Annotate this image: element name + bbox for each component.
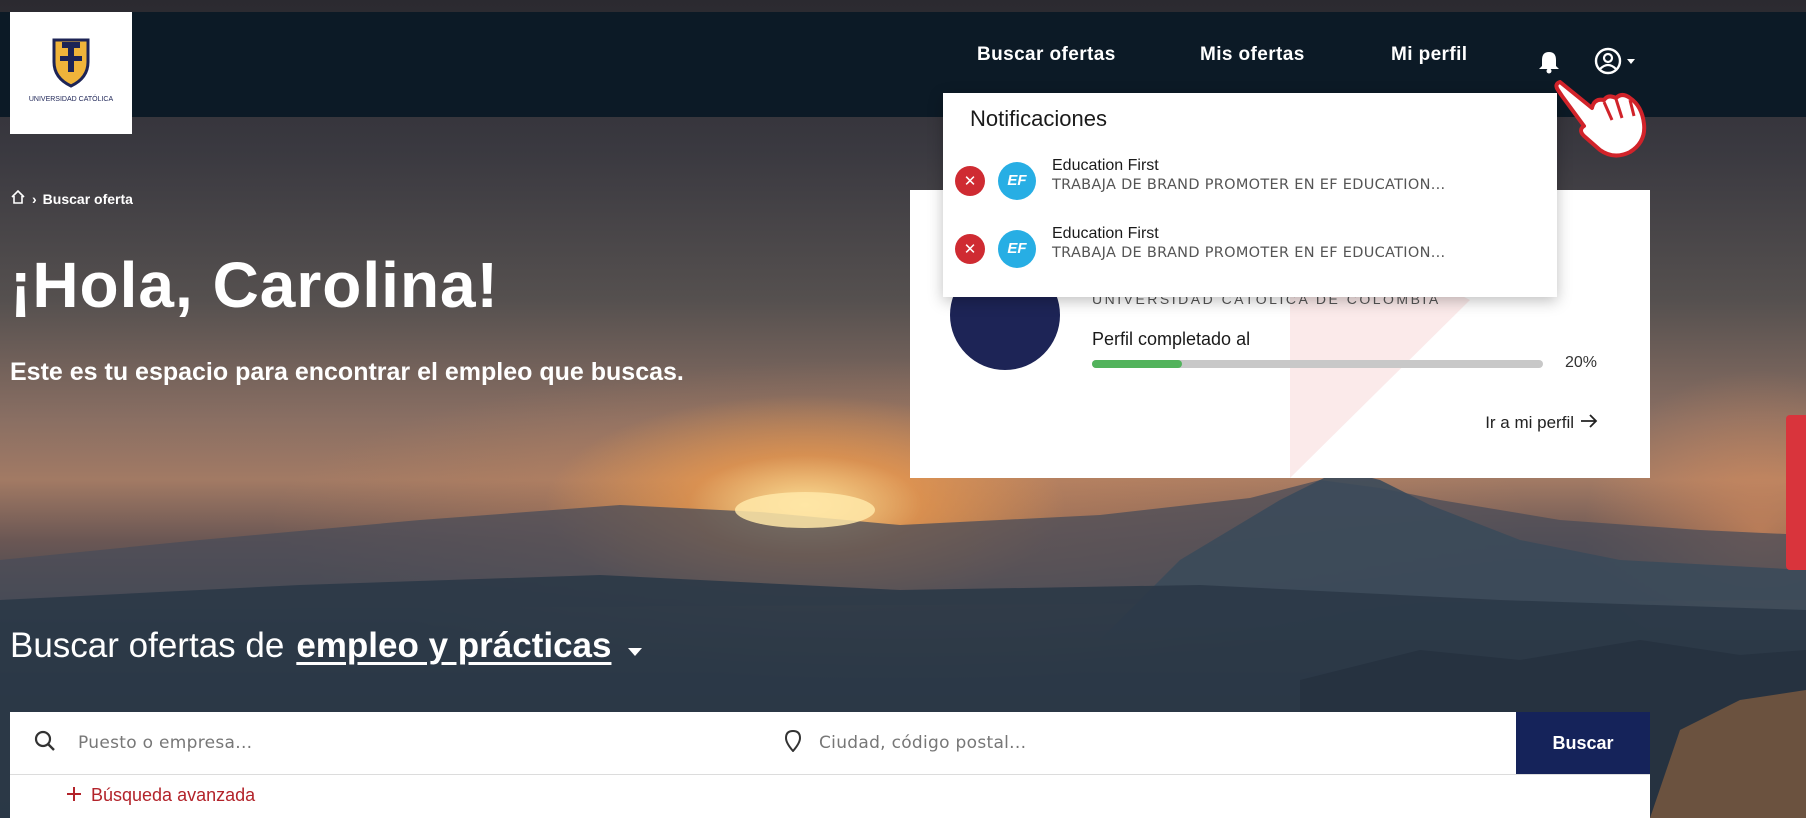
location-pin-icon [784,729,802,756]
notification-text: TRABAJA DE BRAND PROMOTER EN EF EDUCATIO… [1052,177,1446,193]
job-search-placeholder: Puesto o empresa... [78,733,253,753]
notifications-dropdown: Notificaciones ✕ EF Education First TRAB… [943,93,1557,297]
dismiss-icon[interactable]: ✕ [955,234,985,264]
profile-completion-percent: 20% [1565,354,1598,371]
search-section-title: Buscar ofertas de empleo y prácticas [10,626,643,666]
chevron-down-icon[interactable] [627,626,643,666]
notification-company: Education First [1052,157,1159,174]
go-to-profile-label: Ir a mi perfil [1485,413,1574,432]
notification-text: TRABAJA DE BRAND PROMOTER EN EF EDUCATIO… [1052,245,1446,261]
search-title-prefix: Buscar ofertas de [10,626,285,665]
bell-icon[interactable] [1538,50,1560,78]
notification-item[interactable]: ✕ EF Education First TRABAJA DE BRAND PR… [955,156,1545,208]
notification-company: Education First [1052,225,1159,242]
university-logo[interactable]: UNIVERSIDAD CATÓLICA [10,12,132,134]
ef-logo-icon: EF [998,230,1036,268]
notification-item[interactable]: ✕ EF Education First TRABAJA DE BRAND PR… [955,224,1545,276]
advanced-search-label: Búsqueda avanzada [91,785,256,805]
nav-mi-perfil[interactable]: Mi perfil [1391,44,1467,66]
profile-progress-bar [1092,360,1543,368]
side-feedback-tab[interactable] [1786,415,1806,570]
search-bar: Puesto o empresa... Ciudad, código posta… [10,712,1650,775]
search-type-selector[interactable]: empleo y prácticas [296,626,611,666]
university-crest-icon [52,38,90,88]
location-search-field[interactable]: Ciudad, código postal... [784,712,1485,774]
location-search-placeholder: Ciudad, código postal... [819,733,1027,753]
ef-logo-icon: EF [998,162,1036,200]
notifications-title: Notificaciones [970,106,1107,131]
breadcrumb-separator: › [32,190,37,207]
logo-text: UNIVERSIDAD CATÓLICA [28,96,114,103]
breadcrumb-current: Buscar oferta [42,190,133,207]
profile-completion-label: Perfil completado al [1092,329,1251,349]
user-account-icon[interactable] [1594,47,1638,81]
nav-mis-ofertas[interactable]: Mis ofertas [1200,44,1305,66]
nav-buscar-ofertas[interactable]: Buscar ofertas [977,44,1116,66]
go-to-profile-link[interactable]: Ir a mi perfil [1485,413,1598,433]
dismiss-icon[interactable]: ✕ [955,166,985,196]
arrow-right-icon [1580,413,1598,433]
advanced-search-row: Búsqueda avanzada [10,775,1650,818]
greeting-subtitle: Este es tu espacio para encontrar el emp… [10,358,684,386]
pointing-hand-icon [1552,80,1648,166]
advanced-search-link[interactable]: Búsqueda avanzada [67,785,255,806]
search-icon [34,730,56,756]
job-search-field[interactable]: Puesto o empresa... [34,712,774,774]
breadcrumb: › Buscar oferta [10,189,133,207]
plus-icon [67,785,81,806]
home-icon[interactable] [10,189,26,207]
profile-progress-fill [1092,360,1183,368]
search-button[interactable]: Buscar [1516,712,1650,774]
greeting-title: ¡Hola, Carolina! [10,249,499,321]
